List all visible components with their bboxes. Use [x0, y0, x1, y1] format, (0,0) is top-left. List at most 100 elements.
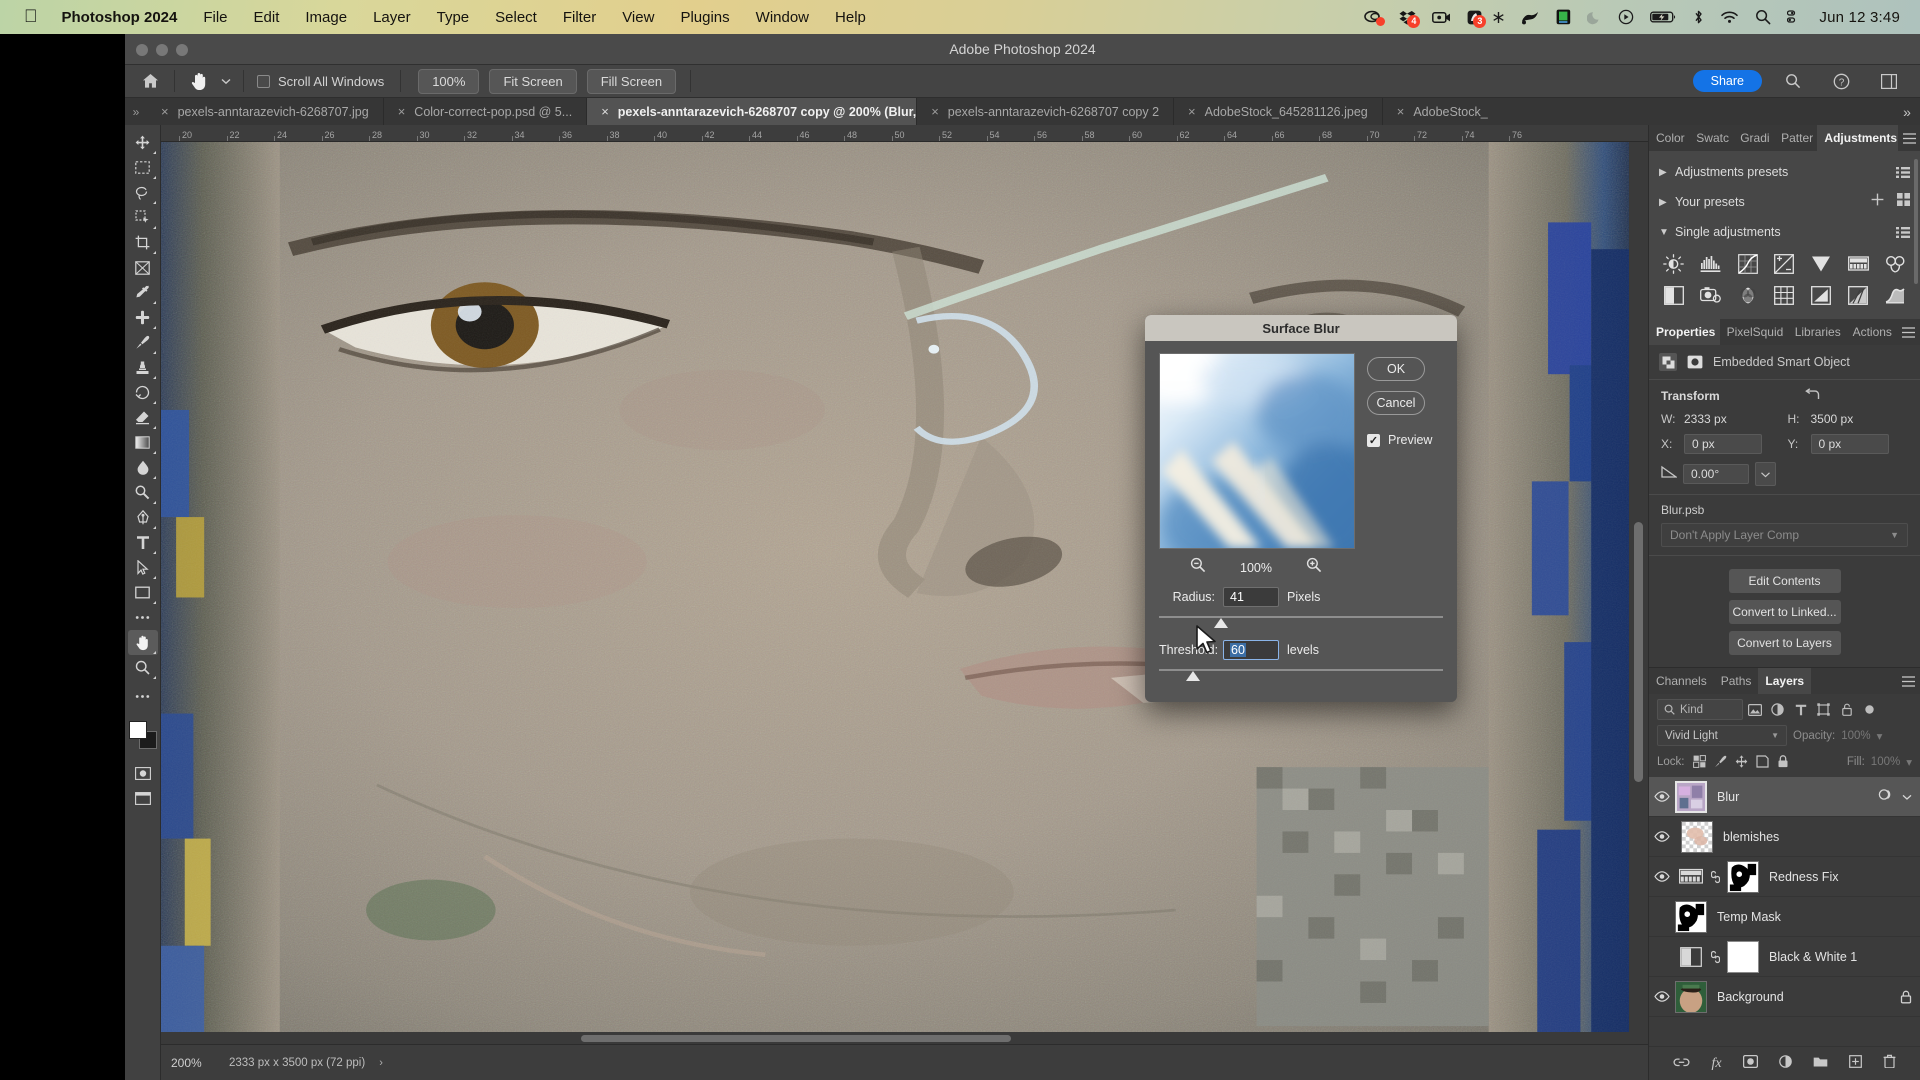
angle-dropdown-icon[interactable] — [1755, 462, 1776, 486]
document-tab-0[interactable]: × pexels-anntarazevich-6268707.jpg — [147, 98, 384, 125]
chevron-right-icon[interactable]: ▶ — [1659, 167, 1675, 178]
levels-icon[interactable] — [1694, 250, 1728, 278]
layer-mask-thumbnail[interactable] — [1727, 860, 1759, 893]
menubar-app-name[interactable]: Photoshop 2024 — [52, 7, 191, 28]
exposure-icon[interactable] — [1768, 250, 1802, 278]
zoom-tool[interactable] — [128, 655, 158, 680]
threshold-slider[interactable] — [1159, 666, 1443, 688]
move-tool[interactable] — [128, 130, 158, 155]
opacity-value[interactable]: 100% — [1841, 730, 1870, 742]
gradient-tool[interactable] — [128, 430, 158, 455]
layer-thumbnail[interactable] — [1675, 900, 1707, 933]
close-tab-icon[interactable]: × — [601, 105, 609, 118]
angle-field[interactable]: 0.00° — [1683, 464, 1749, 484]
zoom-level[interactable]: 200% — [171, 1056, 215, 1070]
app-update-icon[interactable]: 3 — [1467, 10, 1487, 28]
invert-icon[interactable] — [1804, 281, 1838, 309]
close-tab-icon[interactable]: × — [1188, 105, 1196, 118]
tab-overflow-left-icon[interactable]: » — [125, 98, 147, 125]
object-select-tool[interactable] — [128, 205, 158, 230]
cancel-button[interactable]: Cancel — [1367, 391, 1425, 415]
brightness-contrast-icon[interactable] — [1657, 250, 1691, 278]
table-row[interactable]: Background — [1649, 977, 1920, 1017]
control-center-icon[interactable] — [1787, 10, 1803, 24]
frame-tool[interactable] — [128, 255, 158, 280]
marquee-tool[interactable] — [128, 155, 158, 180]
close-tab-icon[interactable]: × — [1397, 105, 1405, 118]
zoom-out-icon[interactable] — [1190, 557, 1206, 578]
menu-edit[interactable]: Edit — [241, 7, 293, 28]
x-field[interactable]: 0 px — [1684, 434, 1762, 454]
layer-name[interactable]: Blur — [1717, 790, 1739, 804]
layer-name[interactable]: blemishes — [1723, 830, 1779, 844]
adjustment-layer-icon[interactable] — [1675, 861, 1707, 893]
menu-file[interactable]: File — [190, 7, 240, 28]
photo-filter-icon[interactable] — [1694, 281, 1728, 309]
convert-to-layers-button[interactable]: Convert to Layers — [1728, 631, 1841, 655]
dodge-tool[interactable] — [128, 480, 158, 505]
tab-layers[interactable]: Layers — [1758, 668, 1812, 694]
more-tools-bottom-icon[interactable] — [128, 684, 158, 709]
screen-record-icon[interactable] — [1432, 11, 1451, 24]
layer-name[interactable]: Black & White 1 — [1769, 950, 1857, 964]
eraser-tool[interactable] — [128, 405, 158, 430]
layer-mask-icon[interactable] — [1686, 353, 1704, 371]
posterize-icon[interactable] — [1841, 281, 1875, 309]
battery-monitor-icon[interactable] — [1556, 9, 1571, 25]
layer-visibility-icon[interactable] — [1649, 871, 1675, 882]
preview-checkbox[interactable]: ✓ — [1367, 433, 1380, 447]
crop-tool[interactable] — [128, 230, 158, 255]
single-adjustments-list-icon[interactable] — [1896, 226, 1910, 238]
curves-icon[interactable] — [1731, 250, 1765, 278]
now-playing-icon[interactable] — [1618, 9, 1634, 25]
battery-charging-icon[interactable] — [1650, 10, 1677, 24]
fill-screen-button[interactable]: Fill Screen — [586, 68, 677, 94]
layer-style-fx-icon[interactable]: fx — [1711, 1056, 1721, 1072]
menu-filter[interactable]: Filter — [550, 7, 609, 28]
layer-mask-thumbnail[interactable] — [1727, 940, 1759, 973]
add-mask-icon[interactable] — [1742, 1054, 1758, 1073]
blur-preview[interactable] — [1159, 353, 1355, 549]
convert-to-linked-button[interactable]: Convert to Linked... — [1728, 600, 1841, 624]
new-adjustment-icon[interactable] — [1778, 1054, 1792, 1073]
search-icon[interactable] — [1776, 65, 1810, 98]
blur-tool[interactable] — [128, 455, 158, 480]
dropbox-icon[interactable]: 4 — [1399, 10, 1421, 28]
lock-image-icon[interactable] — [1710, 752, 1731, 771]
layer-thumbnail[interactable] — [1675, 980, 1707, 1013]
scroll-all-windows-box[interactable] — [257, 74, 270, 88]
color-swatches[interactable] — [127, 719, 159, 753]
brush-tool[interactable] — [128, 330, 158, 355]
cleanmymac-icon[interactable] — [1521, 10, 1540, 25]
layer-thumbnail[interactable] — [1681, 820, 1713, 853]
lock-transparent-icon[interactable] — [1689, 752, 1710, 771]
color-lookup-icon[interactable] — [1768, 281, 1802, 309]
tab-color[interactable]: Color — [1649, 125, 1689, 151]
bluetooth-asterisk-icon[interactable] — [1492, 11, 1505, 24]
fit-screen-button[interactable]: Fit Screen — [489, 68, 577, 94]
menubar-datetime[interactable]: Jun 12 3:49 — [1819, 9, 1900, 26]
lasso-tool[interactable] — [128, 180, 158, 205]
new-group-icon[interactable] — [1813, 1055, 1828, 1073]
opacity-stepper-icon[interactable]: ▾ — [1877, 729, 1883, 743]
your-presets-row[interactable]: ▶ Your presets — [1649, 187, 1920, 217]
tab-adjustments[interactable]: Adjustments — [1817, 125, 1898, 151]
maximize-window-button[interactable] — [176, 44, 188, 56]
layer-thumbnail[interactable] — [1675, 780, 1707, 813]
radius-slider-track[interactable] — [1159, 616, 1443, 618]
layer-name[interactable]: Temp Mask — [1717, 910, 1781, 924]
delete-layer-icon[interactable] — [1883, 1054, 1896, 1073]
lock-artboard-icon[interactable] — [1752, 752, 1773, 771]
filter-smart-icon[interactable] — [1835, 699, 1858, 720]
expand-layer-chevron-icon[interactable] — [1902, 788, 1912, 806]
adjustments-panel-scrollbar[interactable] — [1914, 159, 1918, 284]
chevron-down-icon[interactable] — [216, 65, 236, 98]
edit-contents-button[interactable]: Edit Contents — [1728, 569, 1841, 593]
filter-adjustment-icon[interactable] — [1766, 699, 1789, 720]
radius-input[interactable]: 41 — [1223, 587, 1279, 607]
close-tab-icon[interactable]: × — [931, 105, 939, 118]
zoom-100-button[interactable]: 100% — [418, 68, 480, 94]
wifi-icon[interactable] — [1720, 10, 1739, 24]
link-layers-icon[interactable] — [1673, 1055, 1690, 1073]
eyedropper-tool[interactable] — [128, 280, 158, 305]
